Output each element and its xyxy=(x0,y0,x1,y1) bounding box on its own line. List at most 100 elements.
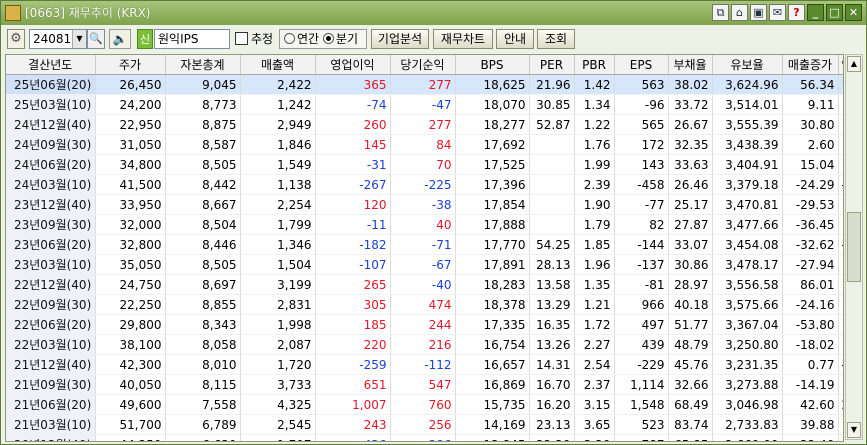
table-cell: -137 xyxy=(614,254,669,275)
table-row[interactable]: 24년09월(30) 31,050 8,587 1,846 145 84 17,692 1.7… xyxy=(6,134,843,155)
column-header[interactable]: 자본총계 xyxy=(165,55,241,75)
table-cell: 17,891 xyxy=(455,254,530,275)
scroll-up-icon[interactable]: ▲ xyxy=(847,56,861,72)
column-header[interactable]: BPS xyxy=(455,55,530,75)
column-header[interactable]: EPS xyxy=(614,55,669,75)
minimize-button[interactable]: _ xyxy=(807,4,824,21)
table-cell: 760 xyxy=(390,394,456,415)
table-cell: 565 xyxy=(614,114,669,135)
table-cell: 84 xyxy=(390,134,456,155)
table-cell: 10.56 xyxy=(838,334,843,355)
table-cell: 220 xyxy=(315,334,391,355)
table-row[interactable]: 25년03월(10) 24,200 8,773 1,242 -74 -47 18,070 30… xyxy=(6,94,843,115)
table-cell: 365 xyxy=(315,74,391,95)
close-button[interactable]: ✕ xyxy=(845,4,862,21)
home-icon[interactable]: ⌂ xyxy=(731,4,748,21)
link-window-icon[interactable]: ⧉ xyxy=(712,4,729,21)
table-cell: 40,050 xyxy=(95,374,166,395)
table-cell: 33.07 xyxy=(668,234,713,255)
table-row[interactable]: 25년06월(20) 26,450 9,045 2,422 365 277 18,625 21… xyxy=(6,74,843,95)
guide-button[interactable]: 안내 xyxy=(496,29,534,49)
table-cell: 16.70 xyxy=(529,374,575,395)
column-header[interactable]: 매출증가 xyxy=(782,55,839,75)
column-header[interactable]: 주가 xyxy=(95,55,166,75)
stock-code-input[interactable]: 240810 ▼ xyxy=(29,29,87,49)
table-cell: 6,789 xyxy=(165,414,241,435)
column-header[interactable]: PBR xyxy=(574,55,615,75)
table-cell: 33.63 xyxy=(668,154,713,175)
table-cell: 3,478.17 xyxy=(712,254,783,275)
table-row[interactable]: 21년09월(30) 40,050 8,115 3,733 651 547 16,869 16… xyxy=(6,374,843,395)
table-row[interactable]: 23년06월(20) 32,800 8,446 1,346 -182 -71 17,770 5… xyxy=(6,234,843,255)
table-row[interactable]: 22년06월(20) 29,800 8,343 1,998 185 244 17,335 16… xyxy=(6,314,843,335)
table-cell: 25년06월(20) xyxy=(6,74,96,95)
table-cell: 17,854 xyxy=(455,194,530,215)
table-cell: 1.42 xyxy=(574,74,615,95)
table-cell: 41,500 xyxy=(95,174,166,195)
query-button[interactable]: 조회 xyxy=(537,29,575,49)
checkbox-icon[interactable] xyxy=(235,32,248,45)
chevron-down-icon[interactable]: ▼ xyxy=(72,30,86,48)
table-cell: 15.05 xyxy=(838,74,843,95)
radio-quarter-icon[interactable] xyxy=(322,33,334,44)
table-cell: -71 xyxy=(390,234,456,255)
table-cell xyxy=(529,134,575,155)
table-cell: 39.88 xyxy=(782,414,839,435)
table-cell: -259 xyxy=(315,354,391,375)
column-header[interactable]: 유보율 xyxy=(712,55,783,75)
column-header[interactable]: 영업이익 xyxy=(315,55,391,75)
table-cell: -24.29 xyxy=(782,174,839,195)
table-row[interactable]: 23년03월(10) 35,050 8,505 1,504 -107 -67 17,891 2… xyxy=(6,254,843,275)
table-cell: 2,669.00 xyxy=(712,434,783,441)
table-row[interactable]: 22년12월(40) 24,750 8,697 3,199 265 -40 18,283 13… xyxy=(6,274,843,295)
column-header[interactable]: 영익률 xyxy=(838,55,843,75)
table-cell: 24,750 xyxy=(95,274,166,295)
column-header[interactable]: 당기순익 xyxy=(390,55,456,75)
table-cell: 1,242 xyxy=(240,94,316,115)
radio-annual-icon[interactable] xyxy=(284,33,295,44)
print-icon[interactable]: ▣ xyxy=(750,4,767,21)
mail-icon[interactable]: ✉ xyxy=(769,4,786,21)
table-cell: -15.08 xyxy=(838,354,843,375)
vertical-scrollbar[interactable]: ▲ ▼ xyxy=(845,54,863,440)
period-radio-group[interactable]: 연간 분기 xyxy=(279,29,367,49)
radio-annual-label: 연간 xyxy=(297,32,320,46)
table-cell: 14,169 xyxy=(455,414,530,435)
help-icon[interactable]: ? xyxy=(788,4,805,21)
table-cell: 18,625 xyxy=(455,74,530,95)
table-cell: -77 xyxy=(614,194,669,215)
column-header[interactable]: 결산년도 xyxy=(6,55,96,75)
table-row[interactable]: 24년06월(20) 34,800 8,505 1,549 -31 70 17,525 1.9… xyxy=(6,154,843,175)
company-analysis-button[interactable]: 기업분석 xyxy=(371,29,429,49)
signal-badge[interactable]: 신 xyxy=(137,29,153,49)
column-header[interactable]: 부채율 xyxy=(668,55,713,75)
stock-name-field[interactable]: 원익IPS xyxy=(154,29,230,49)
table-row[interactable]: 21년06월(20) 49,600 7,558 4,325 1,007 760 15,735… xyxy=(6,394,843,415)
table-row[interactable]: 20년12월(40)44,2506,6301,707-436-38613,845… xyxy=(6,434,843,441)
table-cell: 547 xyxy=(390,374,456,395)
table-cell: 256 xyxy=(390,414,456,435)
table-row[interactable]: 23년09월(30) 32,000 8,504 1,799 -11 40 17,888 1.7… xyxy=(6,214,843,235)
table-row[interactable]: 21년12월(40) 42,300 8,010 1,720 -259 -112 16,657… xyxy=(6,354,843,375)
table-row[interactable]: 22년09월(30) 22,250 8,855 2,831 305 474 18,378 13… xyxy=(6,294,843,315)
column-header[interactable]: PER xyxy=(529,55,575,75)
table-row[interactable]: 24년12월(40) 22,950 8,875 2,949 260 277 18,277 52… xyxy=(6,114,843,135)
scroll-thumb[interactable] xyxy=(847,212,861,282)
speaker-icon[interactable]: 🔈 xyxy=(109,29,131,49)
table-cell: 29,800 xyxy=(95,314,166,335)
search-icon[interactable]: 🔍 xyxy=(87,29,105,49)
table-cell: 38,100 xyxy=(95,334,166,355)
table-row[interactable]: 21년03월(10) 51,700 6,789 2,545 243 256 14,169 23… xyxy=(6,414,843,435)
scroll-down-icon[interactable]: ▼ xyxy=(847,422,861,438)
maximize-button[interactable]: □ xyxy=(826,4,843,21)
table-cell: 2,422 xyxy=(240,74,316,95)
gear-icon[interactable]: ⚙ xyxy=(7,29,25,49)
financial-chart-button[interactable]: 재무차트 xyxy=(433,29,493,49)
table-cell: -22.40 xyxy=(782,434,839,441)
column-header[interactable]: 매출액 xyxy=(240,55,316,75)
table-row[interactable]: 24년03월(10) 41,500 8,442 1,138 -267 -225 17,396… xyxy=(6,174,843,195)
table-cell: 305 xyxy=(315,294,391,315)
table-cell: 1.96 xyxy=(574,254,615,275)
table-row[interactable]: 22년03월(10) 38,100 8,058 2,087 220 216 16,754 13… xyxy=(6,334,843,355)
table-row[interactable]: 23년12월(40) 33,950 8,667 2,254 120 -38 17,854 1.… xyxy=(6,194,843,215)
